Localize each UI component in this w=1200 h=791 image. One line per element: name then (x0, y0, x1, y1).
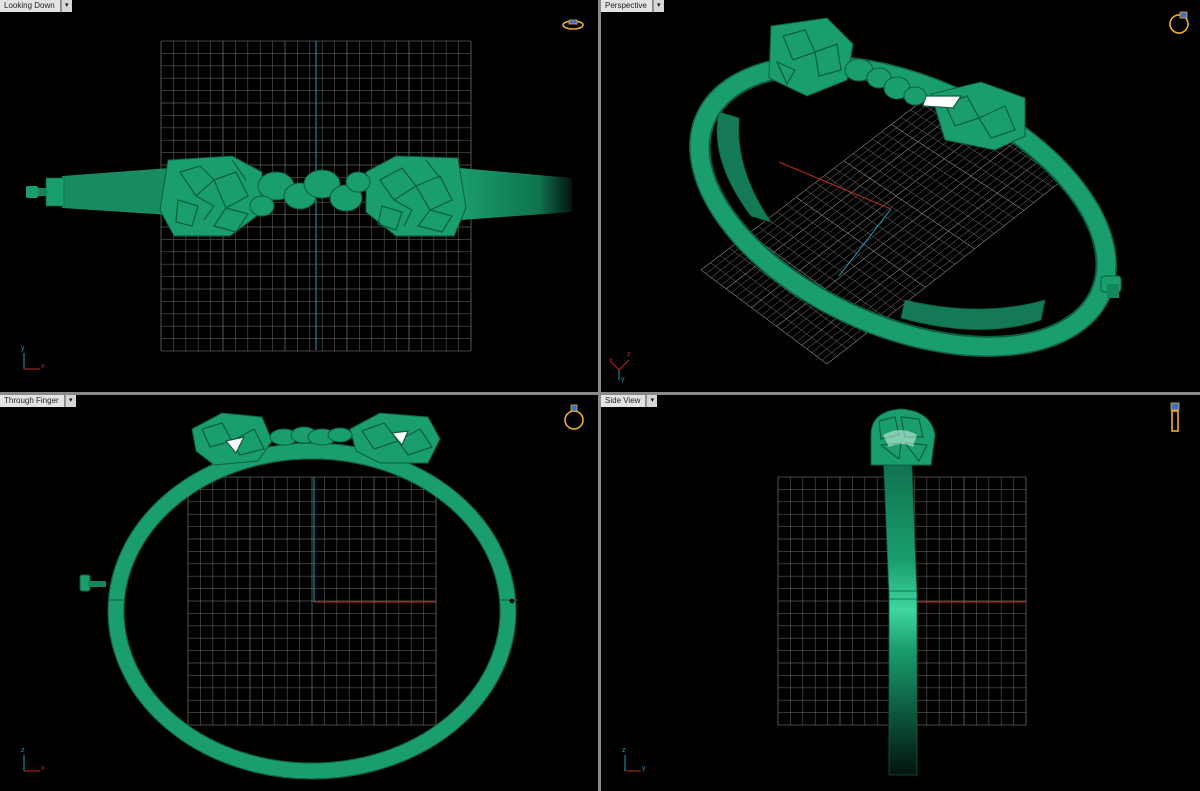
viewport-tab[interactable]: Perspective ▾ (601, 0, 664, 12)
viewport-tab[interactable]: Looking Down ▾ (0, 0, 72, 12)
grid-line (834, 167, 965, 257)
viewport-label[interactable]: Perspective (601, 0, 653, 12)
bangle-model (79, 412, 518, 780)
viewport-canvas[interactable] (601, 395, 1200, 791)
x-axis-line (778, 161, 892, 210)
dropdown-arrow-icon[interactable]: ▾ (64, 395, 76, 407)
construction-grid (187, 476, 437, 726)
bangle-model (26, 155, 572, 237)
ring-view-icon[interactable] (561, 401, 587, 431)
axis-triad-icon (23, 353, 40, 370)
ring-view-icon[interactable] (560, 14, 586, 34)
viewport-label[interactable]: Side View (601, 395, 647, 407)
viewport-canvas[interactable] (0, 0, 598, 392)
bangle-model (870, 408, 936, 776)
viewport-canvas[interactable] (0, 395, 598, 791)
viewport-tab[interactable]: Side View ▾ (601, 395, 658, 407)
axis-triad-icon (610, 359, 630, 380)
grid-line (872, 138, 1005, 227)
dropdown-arrow-icon[interactable]: ▾ (652, 0, 664, 12)
grid-line (816, 165, 1063, 357)
bangle-model (689, 17, 1122, 357)
grid-line (853, 153, 985, 242)
dropdown-arrow-icon[interactable]: ▾ (646, 395, 658, 407)
ring-view-icon[interactable] (1167, 401, 1185, 435)
viewport-canvas[interactable] (601, 0, 1200, 392)
viewport-perspective[interactable]: Perspective ▾ x z y (601, 0, 1200, 392)
viewport-tab[interactable]: Through Finger ▾ (0, 395, 76, 407)
viewport-side-view[interactable]: Side View ▾ z y (601, 395, 1200, 791)
viewport-through-finger[interactable]: Through Finger ▾ z x (0, 395, 598, 791)
viewport-label[interactable]: Looking Down (0, 0, 61, 12)
grid-line (843, 160, 975, 250)
axis-triad-icon (23, 755, 40, 772)
ring-view-icon[interactable] (1167, 8, 1193, 36)
dropdown-arrow-icon[interactable]: ▾ (60, 0, 72, 12)
axis-triad-icon (624, 755, 641, 772)
viewport-looking-down[interactable]: Looking Down ▾ y x (0, 0, 598, 392)
viewport-label[interactable]: Through Finger (0, 395, 65, 407)
